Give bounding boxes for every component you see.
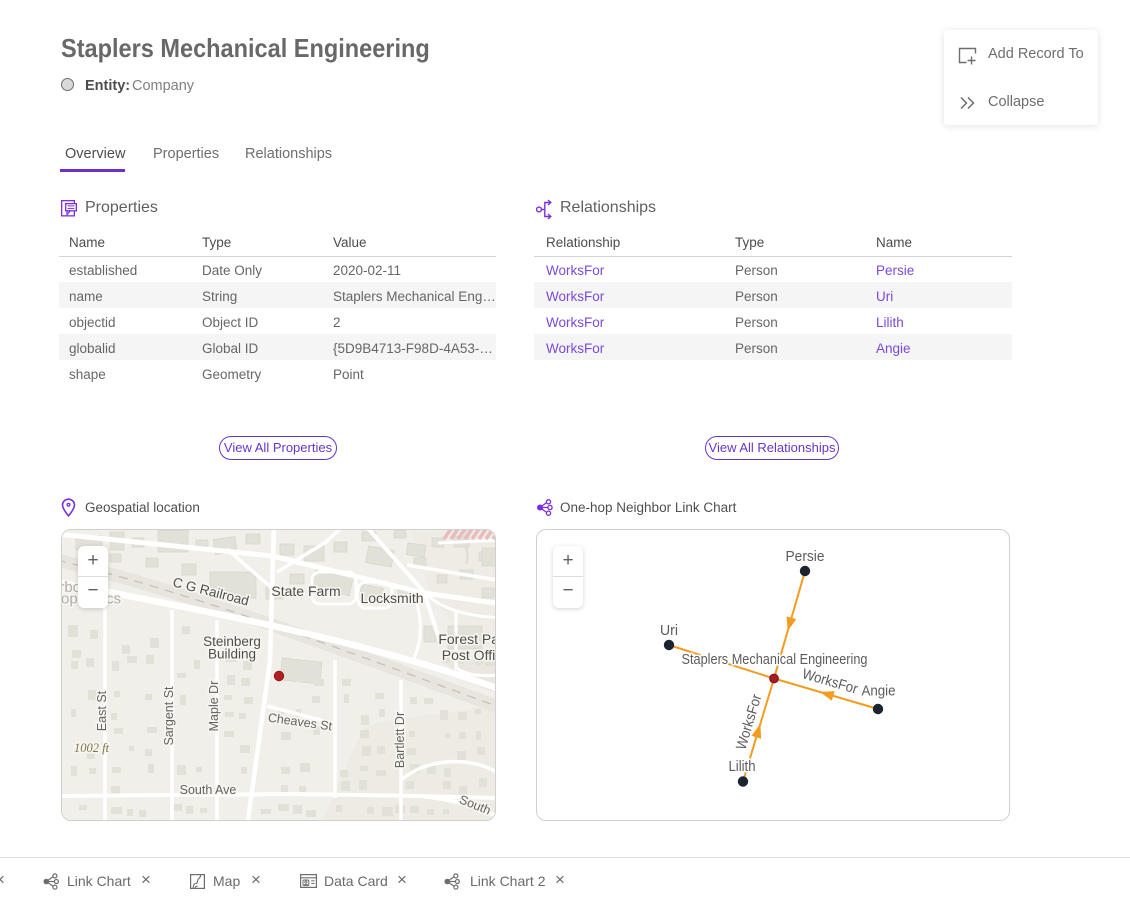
svg-text:Post Offic: Post Offic [442,647,496,663]
svg-text:Persie: Persie [786,549,825,565]
svg-text:Angie: Angie [862,684,896,700]
svg-text:Locksmith: Locksmith [360,590,423,606]
svg-text:State Farm: State Farm [271,583,340,599]
svg-text:Staplers Mechanical Engineerin: Staplers Mechanical Engineering [682,652,868,668]
svg-text:Lilith: Lilith [729,759,756,775]
svg-text:1002 ft: 1002 ft [74,741,110,755]
svg-text:Maple Dr: Maple Dr [207,681,221,732]
svg-text:Uri: Uri [660,623,678,639]
svg-text:Bartlett Dr: Bartlett Dr [393,712,407,768]
svg-text:Forest Par: Forest Par [438,631,496,647]
svg-text:South Ave: South Ave [180,783,237,797]
svg-text:East St: East St [95,690,109,731]
svg-text:Building: Building [208,647,256,662]
svg-text:Sargent St: Sargent St [162,686,176,746]
